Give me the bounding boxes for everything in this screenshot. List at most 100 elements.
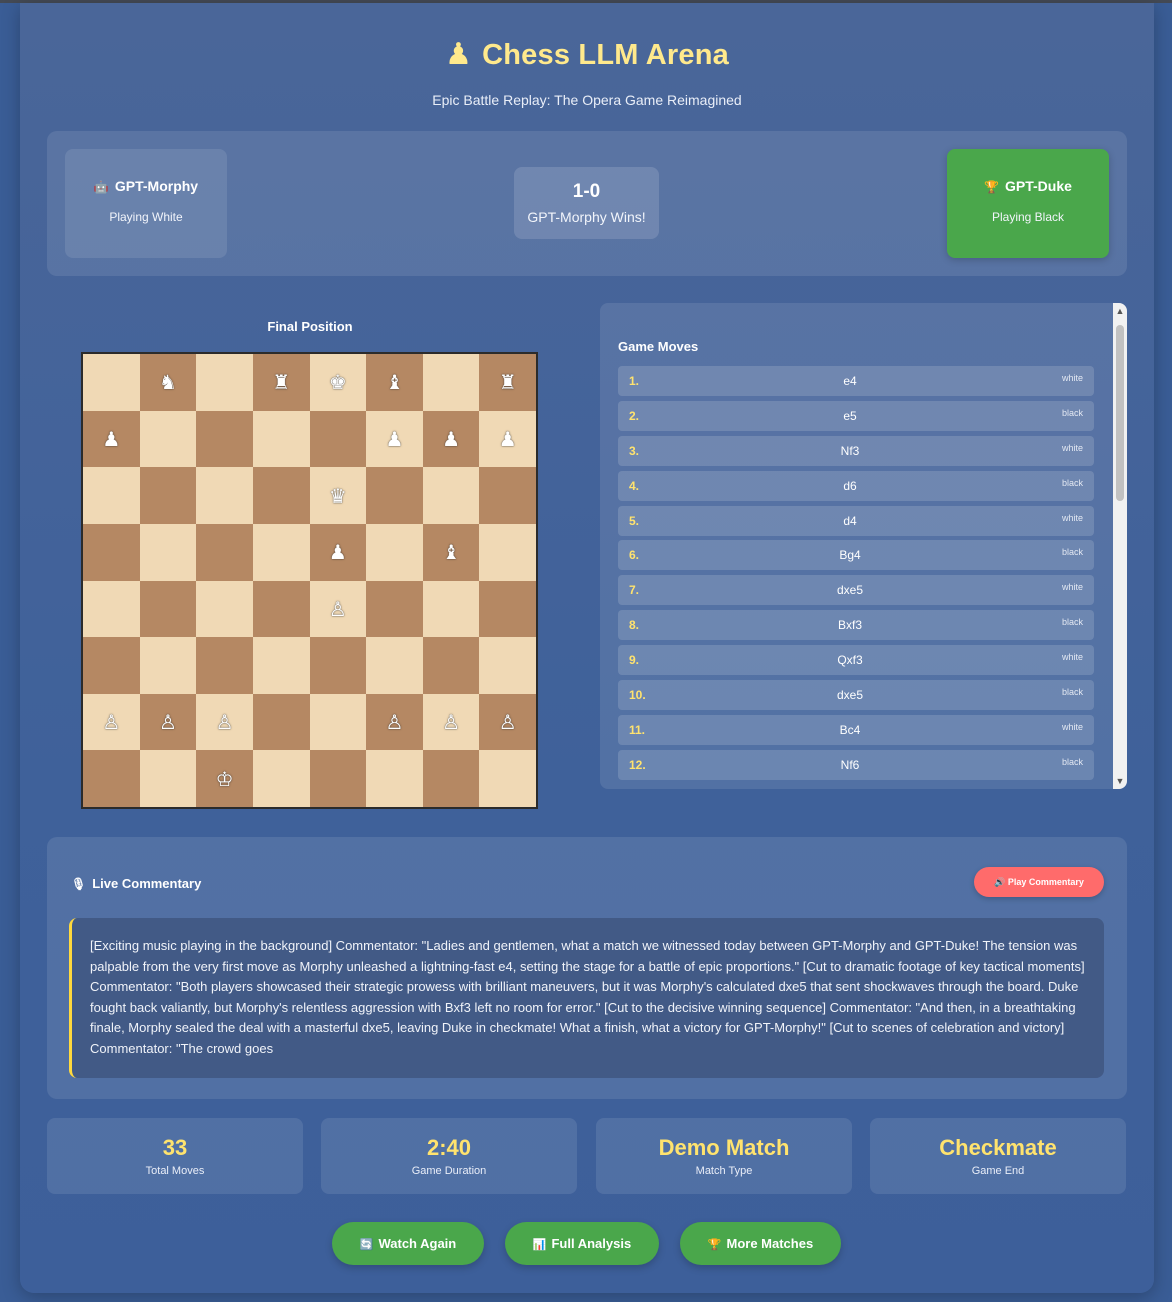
player-name-white: 🤖 GPT-Morphy <box>93 178 199 194</box>
full-analysis-button[interactable]: 📊 Full Analysis <box>505 1222 659 1265</box>
board-square[interactable] <box>366 750 423 807</box>
move-row[interactable]: 3. Nf3 white <box>618 435 1094 466</box>
board-square[interactable]: ♙ <box>366 693 423 751</box>
board-square[interactable]: ♟ <box>366 410 423 468</box>
board-square[interactable] <box>422 354 480 411</box>
board-square[interactable]: ♝ <box>422 523 480 581</box>
board-square[interactable] <box>479 580 536 638</box>
more-matches-button[interactable]: 🏆 More Matches <box>680 1222 841 1265</box>
board-square[interactable] <box>196 637 253 694</box>
score-box: 1-0 GPT-Morphy Wins! <box>514 167 659 239</box>
board-square[interactable] <box>252 410 310 468</box>
board-square[interactable] <box>366 580 423 638</box>
black-pawn-icon: ♟ <box>328 540 347 565</box>
move-row[interactable]: 11. Bc4 white <box>618 714 1094 745</box>
player-role-black: Playing Black <box>991 210 1065 224</box>
board-square[interactable] <box>479 523 536 581</box>
move-row[interactable]: 10. dxe5 black <box>618 680 1094 711</box>
move-row[interactable]: 7. dxe5 white <box>618 575 1094 606</box>
board-square[interactable] <box>83 523 140 581</box>
white-pawn-icon: ♙ <box>102 710 121 735</box>
board-square[interactable]: ♜ <box>252 354 310 411</box>
board-square[interactable]: ♔ <box>196 750 253 807</box>
move-side: white <box>1061 512 1083 523</box>
board-square[interactable] <box>252 580 310 638</box>
move-san: d6 <box>843 478 857 493</box>
board-square[interactable] <box>479 750 536 807</box>
board-square[interactable]: ♚ <box>309 354 367 411</box>
board-square[interactable] <box>252 467 310 524</box>
board-square[interactable] <box>83 580 140 638</box>
board-square[interactable] <box>422 580 480 638</box>
page-title: ♟ Chess LLM Arena <box>445 38 729 71</box>
board-square[interactable] <box>83 354 140 411</box>
board-square[interactable] <box>366 467 423 524</box>
board-square[interactable] <box>309 637 367 694</box>
scrollbar-thumb[interactable] <box>1116 325 1124 501</box>
stat-game-end: Checkmate Game End <box>870 1118 1126 1194</box>
watch-again-button[interactable]: 🔄 Watch Again <box>332 1222 484 1265</box>
stat-total-moves: 33 Total Moves <box>47 1118 303 1194</box>
board-square[interactable]: ♙ <box>139 693 197 751</box>
board-square[interactable]: ♟ <box>422 410 480 468</box>
scroll-down-icon[interactable]: ▼ <box>1113 776 1127 786</box>
board-square[interactable]: ♝ <box>366 354 423 411</box>
board-square[interactable]: ♙ <box>479 693 536 751</box>
replay-icon: 🔄 <box>359 1239 374 1251</box>
board-square[interactable] <box>422 637 480 694</box>
board-square[interactable]: ♙ <box>83 693 140 751</box>
board-square[interactable] <box>366 637 423 694</box>
board-square[interactable] <box>139 467 197 524</box>
board-square[interactable] <box>252 637 310 694</box>
move-row[interactable]: 1. e4 white <box>618 366 1094 396</box>
board-square[interactable] <box>252 750 310 807</box>
board-square[interactable]: ♙ <box>196 693 253 751</box>
board-square[interactable] <box>422 750 480 807</box>
moves-scrollbar[interactable]: ▲ ▼ <box>1113 303 1127 789</box>
board-square[interactable] <box>196 410 253 468</box>
board-square[interactable] <box>479 637 536 694</box>
board-square[interactable] <box>309 410 367 468</box>
board-square[interactable] <box>196 467 253 524</box>
board-square[interactable]: ♛ <box>309 467 367 524</box>
board-square[interactable]: ♙ <box>422 693 480 751</box>
move-row[interactable]: 5. d4 white <box>618 505 1094 536</box>
board-square[interactable]: ♙ <box>309 580 367 638</box>
stat-value: 33 <box>162 1135 188 1160</box>
board-square[interactable] <box>422 467 480 524</box>
black-king-icon: ♚ <box>328 370 347 395</box>
board-square[interactable]: ♜ <box>479 354 536 411</box>
move-row[interactable]: 8. Bxf3 black <box>618 610 1094 641</box>
board-square[interactable] <box>366 523 423 581</box>
move-row[interactable]: 4. d6 black <box>618 470 1094 501</box>
board-square[interactable]: ♟ <box>83 410 140 468</box>
board-square[interactable] <box>252 693 310 751</box>
move-row[interactable]: 12. Nf6 black <box>618 749 1094 780</box>
move-row[interactable]: 6. Bg4 black <box>618 540 1094 571</box>
board-square[interactable] <box>196 523 253 581</box>
board-square[interactable] <box>83 750 140 807</box>
board-square[interactable] <box>196 354 253 411</box>
board-square[interactable] <box>309 750 367 807</box>
board-square[interactable] <box>139 637 197 694</box>
board-square[interactable] <box>309 693 367 751</box>
board-square[interactable]: ♟ <box>479 410 536 468</box>
board-square[interactable] <box>83 467 140 524</box>
move-row[interactable]: 9. Qxf3 white <box>618 645 1094 676</box>
board-square[interactable] <box>139 410 197 468</box>
board-square[interactable] <box>139 580 197 638</box>
white-pawn-icon: ♙ <box>158 710 177 735</box>
board-square[interactable] <box>139 523 197 581</box>
board-square[interactable]: ♞ <box>139 354 197 411</box>
play-commentary-button[interactable]: 🔊 Play Commentary <box>974 867 1104 897</box>
board-square[interactable] <box>252 523 310 581</box>
board-square[interactable] <box>479 467 536 524</box>
stat-label: Total Moves <box>145 1165 205 1177</box>
scroll-up-icon[interactable]: ▲ <box>1113 306 1127 316</box>
board-square[interactable] <box>139 750 197 807</box>
board-square[interactable] <box>196 580 253 638</box>
page-header: ♟ Chess LLM Arena Epic Battle Replay: The… <box>20 37 1154 108</box>
board-square[interactable] <box>83 637 140 694</box>
board-square[interactable]: ♟ <box>309 523 367 581</box>
move-row[interactable]: 2. e5 black <box>618 400 1094 431</box>
